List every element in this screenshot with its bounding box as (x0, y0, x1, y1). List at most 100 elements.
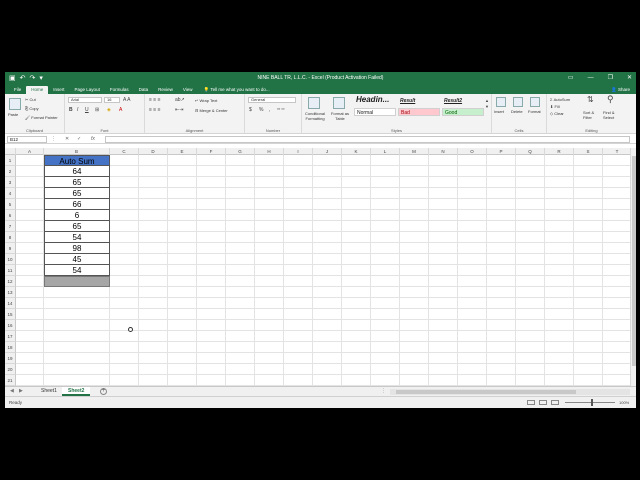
column-header-c[interactable]: C (110, 148, 139, 155)
tab-formulas[interactable]: Formulas (105, 86, 134, 94)
worksheet-grid[interactable]: ABCDEFGHIJKLMNOPQRST 1 2 3 4 5 6 7 8 9 10 11 12 13 14… (5, 148, 630, 386)
tab-home[interactable]: Home (26, 86, 49, 94)
row-header-12[interactable]: 12 (5, 276, 16, 287)
cell-b6[interactable]: 6 (44, 210, 110, 221)
format-cells-icon[interactable] (530, 97, 540, 107)
horizontal-scrollbar[interactable] (390, 389, 630, 395)
column-header-e[interactable]: E (168, 148, 197, 155)
row-header-20[interactable]: 20 (5, 364, 16, 375)
cell-b7[interactable]: 65 (44, 221, 110, 232)
insert-cells-button[interactable]: Insert (494, 109, 504, 114)
font-size-select[interactable]: 16 (104, 97, 120, 103)
page-layout-view-button[interactable] (539, 400, 547, 405)
comma-button[interactable]: , (269, 107, 270, 113)
row-header-10[interactable]: 10 (5, 254, 16, 265)
share-button[interactable]: 👤 Share (611, 86, 630, 94)
column-header-t[interactable]: T (603, 148, 630, 155)
conditional-formatting-icon[interactable] (308, 97, 320, 109)
formula-input[interactable] (105, 136, 630, 143)
column-header-f[interactable]: F (197, 148, 226, 155)
column-header-l[interactable]: L (371, 148, 400, 155)
paste-button[interactable]: Paste (8, 112, 18, 117)
cell-b5[interactable]: 66 (44, 199, 110, 210)
conditional-formatting-button[interactable]: Conditional Formatting (302, 111, 328, 121)
row-header-9[interactable]: 9 (5, 243, 16, 254)
delete-cells-icon[interactable] (513, 97, 523, 107)
row-header-21[interactable]: 21 (5, 375, 16, 386)
page-break-view-button[interactable] (551, 400, 559, 405)
insert-function-button[interactable]: fx (91, 136, 95, 142)
style-result[interactable]: Result (398, 97, 440, 105)
row-header-19[interactable]: 19 (5, 353, 16, 364)
prev-sheet-icon[interactable]: ◀ (10, 388, 14, 394)
scroll-thumb[interactable] (396, 390, 576, 394)
find-select-icon[interactable]: ⚲ (607, 95, 614, 104)
row-header-8[interactable]: 8 (5, 232, 16, 243)
align-left-icon[interactable]: ≡ ≡ ≡ (149, 107, 161, 113)
italic-button[interactable]: I (77, 107, 78, 113)
number-format-select[interactable]: General (248, 97, 296, 103)
row-header-17[interactable]: 17 (5, 331, 16, 342)
cell-b9[interactable]: 98 (44, 243, 110, 254)
decimal-icon[interactable]: ⁰⁰ ⁰⁰ (277, 107, 285, 113)
format-cells-button[interactable]: Format (528, 109, 541, 114)
column-header-n[interactable]: N (429, 148, 458, 155)
row-header-16[interactable]: 16 (5, 320, 16, 331)
scroll-thumb[interactable] (632, 156, 636, 366)
row-header-11[interactable]: 11 (5, 265, 16, 276)
tab-page-layout[interactable]: Page Layout (70, 86, 105, 94)
column-header-r[interactable]: R (545, 148, 574, 155)
zoom-level[interactable]: 100% (619, 400, 629, 405)
cell-b4[interactable]: 65 (44, 188, 110, 199)
zoom-slider-handle[interactable] (591, 399, 593, 406)
cell-b10[interactable]: 45 (44, 254, 110, 265)
insert-cells-icon[interactable] (496, 97, 506, 107)
column-header-b[interactable]: B (44, 148, 110, 155)
styles-scroll-icon[interactable]: ▲ ▼ (485, 98, 489, 110)
cell-b12[interactable] (44, 276, 110, 287)
row-header-14[interactable]: 14 (5, 298, 16, 309)
close-button[interactable]: ✕ (627, 74, 632, 83)
name-box[interactable]: B12 (7, 136, 47, 143)
row-header-2[interactable]: 2 (5, 166, 16, 177)
cell-b1[interactable]: Auto Sum (44, 155, 110, 166)
paste-icon[interactable] (9, 98, 21, 110)
format-as-table-button[interactable]: Format as Table (329, 111, 351, 121)
row-header-4[interactable]: 4 (5, 188, 16, 199)
format-as-table-icon[interactable] (333, 97, 345, 109)
percent-button[interactable]: % (259, 107, 263, 113)
sort-filter-icon[interactable]: ⇅ (587, 96, 594, 104)
format-painter-button[interactable]: 🖌 Format Painter (25, 115, 58, 120)
tab-data[interactable]: Data (134, 86, 154, 94)
tab-view[interactable]: View (178, 86, 198, 94)
indent-icon[interactable]: ⇤⇥ (175, 107, 183, 113)
restore-button[interactable]: ❐ (608, 74, 613, 83)
split-handle-icon[interactable]: ⋮ (381, 388, 386, 394)
column-header-s[interactable]: S (574, 148, 603, 155)
next-sheet-icon[interactable]: ▶ (19, 388, 23, 394)
cancel-entry-icon[interactable]: ✕ (65, 136, 69, 142)
font-name-select[interactable]: Arial (68, 97, 102, 103)
borders-icon[interactable]: ⊞ (95, 107, 99, 113)
vertical-scrollbar[interactable] (630, 148, 636, 386)
cell-b2[interactable]: 64 (44, 166, 110, 177)
sheet-tab-sheet2[interactable]: Sheet2 (62, 387, 91, 396)
column-header-h[interactable]: H (255, 148, 284, 155)
row-header-18[interactable]: 18 (5, 342, 16, 353)
tab-review[interactable]: Review (153, 86, 178, 94)
font-size-grow-icon[interactable]: A A (123, 97, 131, 103)
fill-color-icon[interactable]: ◈ (107, 107, 111, 113)
orientation-icon[interactable]: ab↗ (175, 97, 185, 103)
column-header-o[interactable]: O (458, 148, 487, 155)
column-header-p[interactable]: P (487, 148, 516, 155)
tell-me-box[interactable]: 💡 Tell me what you want to do... (198, 86, 270, 94)
row-header-6[interactable]: 6 (5, 210, 16, 221)
bold-button[interactable]: B (69, 107, 73, 113)
align-top-icon[interactable]: ≡ ≡ ≡ (149, 97, 161, 103)
column-header-m[interactable]: M (400, 148, 429, 155)
autosum-button[interactable]: Σ AutoSum (550, 97, 570, 102)
merge-center-button[interactable]: ⊟ Merge & Center (195, 108, 228, 113)
row-header-15[interactable]: 15 (5, 309, 16, 320)
style-normal[interactable]: Normal (354, 108, 396, 116)
column-header-g[interactable]: G (226, 148, 255, 155)
